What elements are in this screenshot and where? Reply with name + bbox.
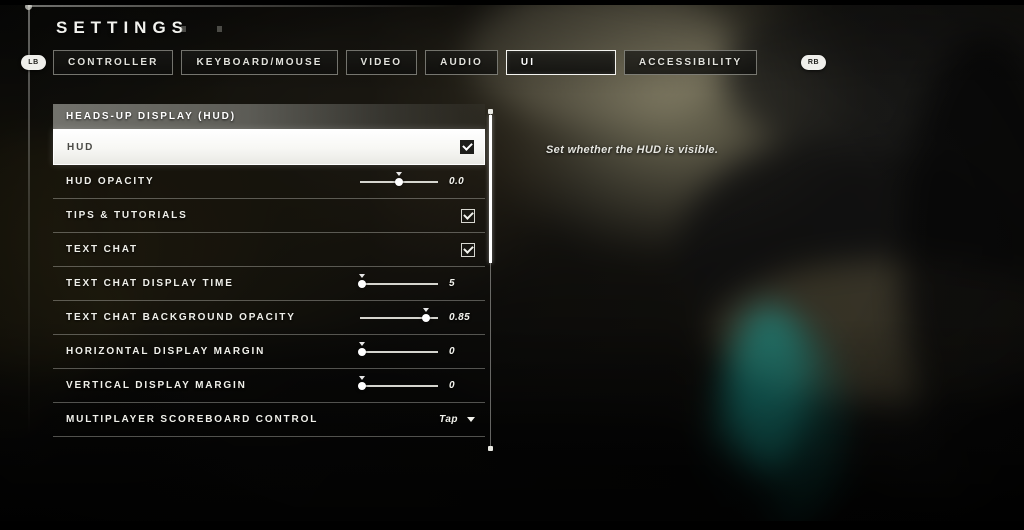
setting-control — [355, 242, 475, 257]
setting-control: 0 — [355, 341, 475, 361]
setting-control: 0.0 — [355, 171, 475, 191]
section-header: HEADS-UP DISPLAY (HUD) — [53, 104, 485, 129]
setting-label: TEXT CHAT — [66, 244, 139, 255]
scrollbar-cap-bottom — [488, 446, 493, 451]
setting-label: TIPS & TUTORIALS — [66, 210, 188, 221]
setting-label: VERTICAL DISPLAY MARGIN — [66, 380, 247, 391]
setting-control — [354, 140, 474, 154]
checkbox-toggle[interactable] — [461, 208, 475, 223]
setting-label: TEXT CHAT DISPLAY TIME — [66, 278, 234, 289]
page-title: SETTINGS — [56, 18, 190, 37]
slider-tick-icon — [359, 341, 366, 346]
tab-audio[interactable]: AUDIO — [425, 50, 498, 75]
dropdown-value: Tap — [439, 414, 458, 425]
slider[interactable] — [358, 375, 438, 395]
setting-row[interactable]: HUD OPACITY 0.0 — [53, 165, 485, 199]
setting-row[interactable]: MULTIPLAYER SCOREBOARD CONTROL Tap — [53, 403, 485, 437]
slider-knob[interactable] — [395, 177, 403, 186]
slider-track[interactable] — [360, 384, 438, 387]
title-decor-dots — [181, 26, 222, 32]
frame-top-rule — [28, 5, 458, 7]
slider-tick-icon — [358, 273, 365, 278]
slider-tick-icon — [359, 375, 366, 380]
setting-control: Tap — [355, 414, 475, 425]
setting-row[interactable]: VERTICAL DISPLAY MARGIN 0 — [53, 369, 485, 403]
checkbox-toggle[interactable] — [461, 242, 475, 257]
slider-knob[interactable] — [422, 313, 431, 322]
slider-value: 5 — [449, 278, 455, 289]
game-settings-screen: SETTINGS LB RB CONTROLLER KEYBOARD/MOUSE V… — [0, 0, 1024, 530]
checkbox-toggle[interactable] — [460, 140, 474, 154]
setting-control: 5 — [355, 273, 475, 293]
setting-row[interactable]: HUD — [53, 129, 485, 165]
settings-scrollbar[interactable] — [488, 109, 493, 451]
slider[interactable] — [357, 273, 438, 293]
setting-row[interactable]: TEXT CHAT BACKGROUND OPACITY 0.85 — [53, 301, 485, 335]
slider[interactable] — [360, 171, 438, 191]
tab-ui[interactable]: UI — [505, 50, 616, 75]
slider-track[interactable] — [360, 282, 438, 285]
slider-knob[interactable] — [357, 279, 366, 288]
slider-value: 0.85 — [449, 312, 471, 323]
scrollbar-thumb[interactable] — [489, 115, 492, 264]
setting-label: HORIZONTAL DISPLAY MARGIN — [66, 346, 266, 357]
setting-row[interactable]: TEXT CHAT — [53, 233, 485, 267]
setting-label: HUD OPACITY — [66, 176, 155, 187]
slider-knob[interactable] — [358, 381, 367, 390]
slider-value: 0 — [449, 346, 455, 357]
slider[interactable] — [358, 341, 438, 361]
bumper-lb-icon[interactable]: LB — [21, 55, 46, 70]
setting-control: 0 — [355, 375, 475, 395]
slider-tick-icon — [396, 171, 402, 176]
tab-video[interactable]: VIDEO — [345, 50, 418, 75]
setting-row[interactable]: HORIZONTAL DISPLAY MARGIN 0 — [53, 335, 485, 369]
tab-accessibility[interactable]: ACCESSIBILITY — [623, 50, 758, 75]
tab-controller[interactable]: CONTROLLER — [53, 50, 174, 75]
setting-row[interactable]: TIPS & TUTORIALS — [53, 199, 485, 233]
slider-tick-icon — [423, 307, 430, 312]
letterbox-top — [0, 0, 1024, 5]
tab-keyboard-mouse[interactable]: KEYBOARD/MOUSE — [181, 50, 338, 75]
settings-panel: HEADS-UP DISPLAY (HUD) HUD HUD OPACITY 0.0… — [53, 104, 485, 437]
setting-label: HUD — [67, 141, 95, 153]
setting-label: MULTIPLAYER SCOREBOARD CONTROL — [66, 414, 319, 425]
setting-control: 0.85 — [355, 307, 475, 327]
setting-row[interactable]: TEXT CHAT DISPLAY TIME 5 — [53, 267, 485, 301]
slider[interactable] — [360, 307, 438, 327]
slider-knob[interactable] — [358, 347, 367, 356]
setting-label: TEXT CHAT BACKGROUND OPACITY — [66, 312, 296, 323]
setting-control — [355, 208, 475, 223]
settings-tabbar: CONTROLLER KEYBOARD/MOUSE VIDEO AUDIO UI ACCE… — [53, 50, 758, 75]
dropdown-select[interactable]: Tap — [439, 414, 475, 425]
bumper-rb-icon[interactable]: RB — [801, 55, 826, 70]
scrollbar-cap-top — [488, 109, 493, 114]
slider-track[interactable] — [360, 350, 438, 353]
setting-description: Set whether the HUD is visible. — [546, 144, 719, 156]
slider-value: 0.0 — [449, 176, 465, 187]
slider-value: 0 — [449, 380, 455, 391]
letterbox-bottom — [0, 521, 1024, 530]
chevron-down-icon — [467, 417, 475, 422]
settings-rows: HUD HUD OPACITY 0.0 TIPS & TUTORIALS TEXT CH… — [53, 129, 485, 437]
